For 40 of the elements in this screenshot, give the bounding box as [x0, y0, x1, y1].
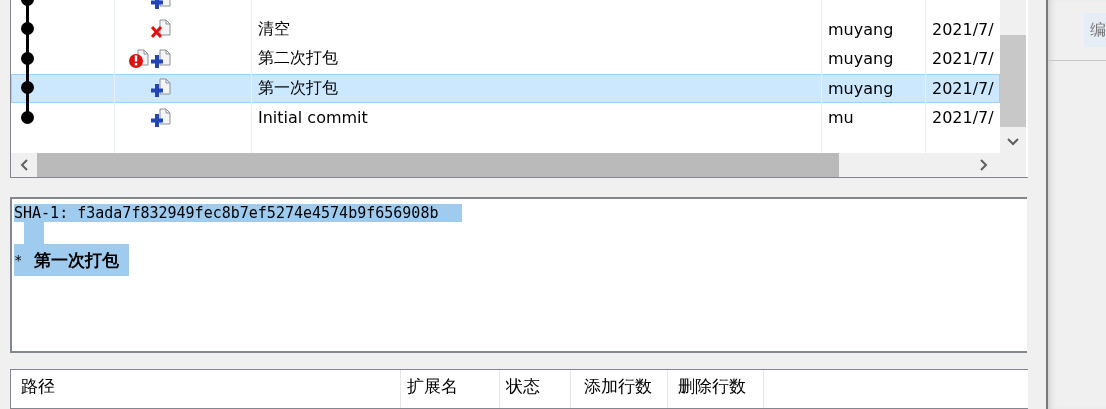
- commit-node: [21, 110, 34, 124]
- scroll-thumb[interactable]: [37, 153, 839, 177]
- commit-row[interactable]: 第一次打包 muyang 2021/7/: [11, 73, 1000, 103]
- commit-date: 2021/7/: [932, 78, 994, 98]
- vertical-scrollbar[interactable]: [1000, 0, 1026, 153]
- commit-message: 第一次打包: [258, 77, 338, 99]
- commit-author: mu: [828, 108, 854, 128]
- commit-details[interactable]: SHA-1: f3ada7f832949fec8b7ef5274e4574b9f656908b * 第一次打包: [10, 197, 1027, 354]
- scroll-thumb[interactable]: [1000, 35, 1026, 127]
- scroll-down-icon[interactable]: [1007, 135, 1019, 147]
- commit-author: muyang: [828, 19, 894, 39]
- bullet-mark: *: [14, 252, 23, 268]
- file-deleted-icon: [151, 19, 171, 40]
- commit-message: 第二次打包: [258, 48, 338, 70]
- column-header[interactable]: 状态: [500, 370, 571, 408]
- commit-node: [21, 22, 34, 36]
- column-header[interactable]: 添加行数: [571, 370, 668, 408]
- column-header[interactable]: 扩展名: [401, 370, 500, 408]
- column-header[interactable]: 路径: [11, 370, 401, 408]
- commit-date: 2021/7/: [932, 49, 994, 69]
- column-header[interactable]: 删除行数: [668, 370, 764, 408]
- commit-author: muyang: [828, 78, 894, 98]
- commit-date: 2021/7/: [932, 19, 994, 39]
- commit-date: 2021/7/: [932, 108, 994, 128]
- commit-row[interactable]: 第二次打包 muyang 2021/7/: [11, 44, 1000, 74]
- commit-message: 清空: [258, 18, 290, 40]
- side-button[interactable]: 编: [1084, 13, 1106, 47]
- commit-author: muyang: [828, 49, 894, 69]
- file-added-icon: [151, 48, 171, 69]
- commit-message: Initial commit: [258, 108, 368, 128]
- file-added-icon: [151, 78, 171, 99]
- commit-node: [21, 81, 34, 95]
- commit-message: 第一次打包: [34, 248, 120, 272]
- horizontal-scrollbar[interactable]: [11, 153, 1000, 177]
- commit-sha: SHA-1: f3ada7f832949fec8b7ef5274e4574b9f656908b: [14, 204, 463, 222]
- file-warning-icon: [129, 48, 149, 69]
- file-added-icon: [151, 107, 171, 128]
- scroll-left-icon[interactable]: [19, 159, 31, 171]
- commit-node: [21, 51, 34, 65]
- scroll-right-icon[interactable]: [977, 159, 989, 171]
